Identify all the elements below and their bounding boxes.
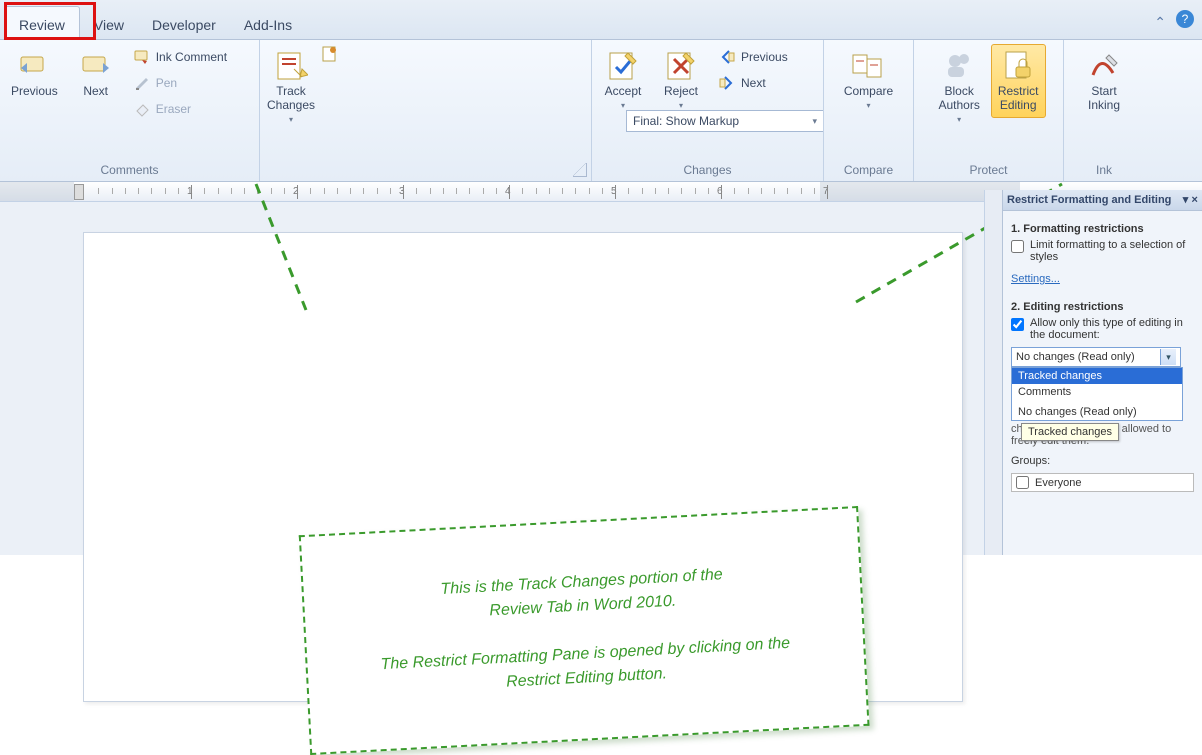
minimize-ribbon-icon[interactable]: ⌃: [1154, 14, 1166, 31]
changes-group-label: Changes: [596, 161, 819, 181]
tab-review[interactable]: Review: [4, 6, 80, 39]
option-tracked-changes[interactable]: Tracked changes: [1012, 368, 1182, 384]
ink-comment-button[interactable]: Ink Comment: [127, 46, 234, 68]
reject-dropdown-icon[interactable]: ▾: [679, 101, 683, 110]
editing-type-options: Tracked changes Comments Filling in form…: [1011, 367, 1183, 421]
previous-change-icon: [719, 49, 735, 65]
tracking-dialog-launcher[interactable]: [573, 163, 587, 177]
protect-group-label: Protect: [918, 161, 1059, 181]
ink-group-label: Ink: [1068, 161, 1140, 181]
tab-view[interactable]: View: [80, 7, 138, 39]
accept-dropdown-icon[interactable]: ▾: [621, 101, 625, 110]
option-tooltip: Tracked changes: [1021, 423, 1119, 441]
vertical-scrollbar[interactable]: [984, 190, 1002, 555]
pane-title: Restrict Formatting and Editing: [1007, 194, 1171, 206]
reject-button[interactable]: Reject ▾: [654, 44, 708, 115]
next-change-button[interactable]: Next: [712, 72, 795, 94]
eraser-button: Eraser: [127, 98, 234, 120]
start-inking-button[interactable]: Start Inking: [1077, 44, 1131, 118]
pane-close-icon[interactable]: ×: [1191, 195, 1198, 207]
track-changes-icon: [274, 49, 308, 83]
compare-icon: [851, 49, 885, 83]
ribbon: Previous Next Ink Comment Pen Eraser: [0, 40, 1202, 182]
compare-group-label: Compare: [828, 161, 909, 181]
document-area: This is the Track Changes portion of the…: [0, 202, 1002, 555]
option-no-changes[interactable]: No changes (Read only): [1012, 404, 1182, 420]
next-comment-button: Next: [69, 44, 123, 104]
compare-dropdown-icon[interactable]: ▾: [866, 101, 870, 110]
block-authors-button: Block Authors ▾: [931, 44, 986, 129]
formatting-settings-link[interactable]: Settings...: [1011, 273, 1060, 285]
tab-addins[interactable]: Add-Ins: [230, 7, 306, 39]
block-authors-icon: [942, 49, 976, 83]
previous-comment-button: Previous: [4, 44, 65, 104]
track-changes-button[interactable]: Track Changes ▾: [264, 44, 318, 129]
previous-comment-icon: [17, 49, 51, 83]
restrict-editing-pane: Restrict Formatting and Editing ▾ × 1. F…: [1002, 190, 1202, 555]
track-changes-dropdown-icon[interactable]: ▾: [289, 115, 293, 124]
block-authors-dropdown-icon: ▾: [957, 115, 961, 124]
pen-button: Pen: [127, 72, 234, 94]
restrict-editing-icon: [1001, 49, 1035, 83]
group-everyone-checkbox[interactable]: Everyone: [1012, 474, 1193, 491]
editing-type-select[interactable]: No changes (Read only) ▾ Tracked changes…: [1011, 347, 1181, 367]
eraser-icon: [134, 101, 150, 117]
next-change-icon: [719, 75, 735, 91]
annotation-callout: This is the Track Changes portion of the…: [299, 506, 870, 755]
editing-restrictions-heading: 2. Editing restrictions: [1011, 301, 1194, 313]
start-inking-icon: [1087, 49, 1121, 83]
restrict-editing-button[interactable]: Restrict Editing: [991, 44, 1046, 118]
pane-menu-icon[interactable]: ▾: [1183, 194, 1189, 206]
editing-type-dropdown-icon[interactable]: ▾: [1160, 349, 1176, 365]
help-icon[interactable]: ?: [1176, 10, 1194, 28]
limit-formatting-checkbox[interactable]: Limit formatting to a selection of style…: [1011, 239, 1194, 263]
groups-label: Groups:: [1011, 455, 1194, 467]
compare-button[interactable]: Compare ▾: [837, 44, 900, 115]
ink-comment-icon: [134, 49, 150, 65]
formatting-restrictions-heading: 1. Formatting restrictions: [1011, 223, 1194, 235]
comments-group-label: Comments: [4, 161, 255, 181]
next-comment-icon: [79, 49, 113, 83]
accept-button[interactable]: Accept ▾: [596, 44, 650, 115]
accept-icon: [606, 49, 640, 83]
allow-only-checkbox[interactable]: Allow only this type of editing in the d…: [1011, 317, 1194, 341]
pen-icon: [134, 75, 150, 91]
reject-icon: [664, 49, 698, 83]
previous-change-button[interactable]: Previous: [712, 46, 795, 68]
option-comments[interactable]: Comments: [1012, 384, 1182, 400]
ruler-indent-marker[interactable]: [74, 184, 84, 200]
tab-developer[interactable]: Developer: [138, 7, 230, 39]
